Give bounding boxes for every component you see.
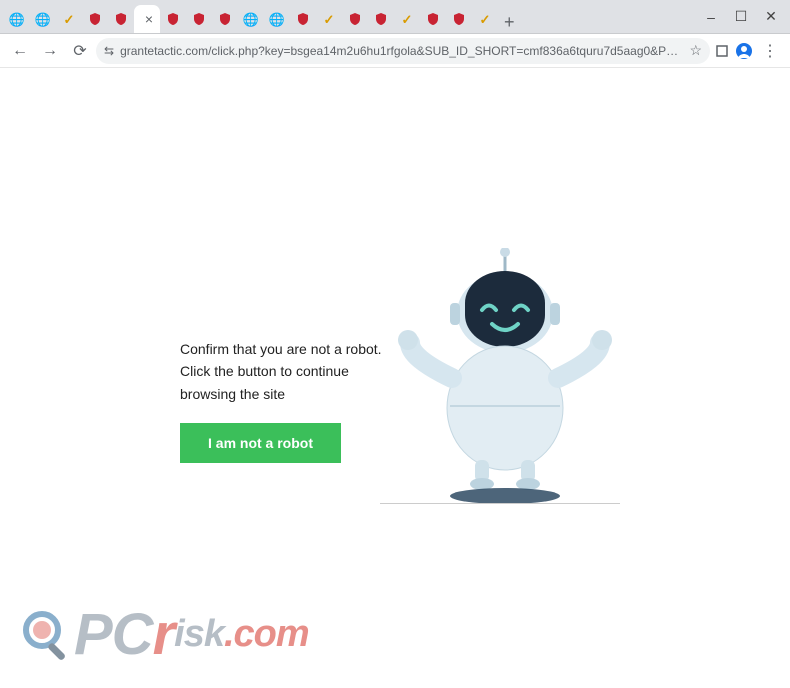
not-a-robot-button[interactable]: I am not a robot xyxy=(180,423,341,463)
browser-toolbar: ← → ⟳ ⇆ grantetactic.com/click.php?key=b… xyxy=(0,34,790,68)
shield-icon xyxy=(166,12,180,26)
site-info-icon[interactable]: ⇆ xyxy=(104,44,114,58)
shield-icon xyxy=(114,12,128,26)
browser-tab[interactable]: 🌐 xyxy=(238,5,264,33)
browser-tab[interactable] xyxy=(108,5,134,33)
extensions-button[interactable] xyxy=(712,41,732,61)
divider-line xyxy=(380,503,620,504)
new-tab-button[interactable]: + xyxy=(498,12,521,33)
checkmark-icon: ✓ xyxy=(402,13,413,26)
bookmark-star-icon[interactable]: ☆ xyxy=(689,42,702,59)
browser-tab[interactable] xyxy=(368,5,394,33)
forward-button[interactable]: → xyxy=(36,37,64,65)
page-viewport: Confirm that you are not a robot. Click … xyxy=(0,68,790,688)
captcha-prompt-text: Confirm that you are not a robot. Click … xyxy=(180,338,400,405)
close-tab-icon[interactable]: × xyxy=(145,11,153,27)
browser-tab[interactable]: 🌐 xyxy=(264,5,290,33)
back-button[interactable]: ← xyxy=(6,37,34,65)
browser-tab[interactable] xyxy=(186,5,212,33)
captcha-prompt-block: Confirm that you are not a robot. Click … xyxy=(180,338,620,463)
shield-icon xyxy=(426,12,440,26)
browser-tab[interactable]: 🌐 xyxy=(30,5,56,33)
address-bar[interactable]: ⇆ grantetactic.com/click.php?key=bsgea14… xyxy=(96,38,710,64)
browser-tab[interactable] xyxy=(212,5,238,33)
globe-icon: 🌐 xyxy=(269,13,285,26)
browser-tab[interactable]: 🌐 xyxy=(4,5,30,33)
watermark-r: r xyxy=(153,601,175,668)
url-text: grantetactic.com/click.php?key=bsgea14m2… xyxy=(120,44,683,58)
checkmark-icon: ✓ xyxy=(64,13,75,26)
chrome-menu-button[interactable]: ⋮ xyxy=(756,37,784,65)
browser-tab[interactable] xyxy=(446,5,472,33)
shield-icon xyxy=(192,12,206,26)
watermark-com: .com xyxy=(224,613,309,656)
titlebar: 🌐 🌐 ✓ × 🌐 🌐 ✓ ✓ ✓ + – ☐ ✕ xyxy=(0,0,790,34)
browser-tab[interactable] xyxy=(160,5,186,33)
globe-icon: 🌐 xyxy=(35,13,51,26)
reload-button[interactable]: ⟳ xyxy=(66,37,94,65)
shield-icon xyxy=(374,12,388,26)
browser-tab[interactable] xyxy=(420,5,446,33)
browser-tab[interactable]: ✓ xyxy=(394,5,420,33)
magnifier-icon xyxy=(20,608,74,662)
shield-icon xyxy=(296,12,310,26)
watermark-pc: PC xyxy=(74,601,153,668)
browser-tab[interactable]: ✓ xyxy=(472,5,498,33)
watermark-isk: isk xyxy=(174,613,224,656)
prompt-line-2: Click the button to continue xyxy=(180,363,349,379)
close-window-button[interactable]: ✕ xyxy=(756,4,786,30)
shield-icon xyxy=(348,12,362,26)
globe-icon: 🌐 xyxy=(9,13,25,26)
browser-tab[interactable] xyxy=(290,5,316,33)
browser-tab[interactable] xyxy=(82,5,108,33)
browser-tab[interactable]: ✓ xyxy=(56,5,82,33)
checkmark-icon: ✓ xyxy=(324,13,335,26)
globe-icon: 🌐 xyxy=(243,13,259,26)
window-controls: – ☐ ✕ xyxy=(696,4,786,30)
prompt-line-1: Confirm that you are not a robot. xyxy=(180,341,382,357)
browser-tab[interactable] xyxy=(342,5,368,33)
browser-tab[interactable]: ✓ xyxy=(316,5,342,33)
tab-strip: 🌐 🌐 ✓ × 🌐 🌐 ✓ ✓ ✓ + xyxy=(4,0,696,33)
minimize-button[interactable]: – xyxy=(696,4,726,30)
prompt-line-3: browsing the site xyxy=(180,386,285,402)
pcrisk-watermark: PCrisk.com xyxy=(20,601,309,668)
shield-icon xyxy=(452,12,466,26)
profile-avatar[interactable] xyxy=(734,41,754,61)
shield-icon xyxy=(88,12,102,26)
browser-tab-active[interactable]: × xyxy=(134,5,160,33)
shield-icon xyxy=(218,12,232,26)
maximize-button[interactable]: ☐ xyxy=(726,4,756,30)
checkmark-icon: ✓ xyxy=(480,13,491,26)
